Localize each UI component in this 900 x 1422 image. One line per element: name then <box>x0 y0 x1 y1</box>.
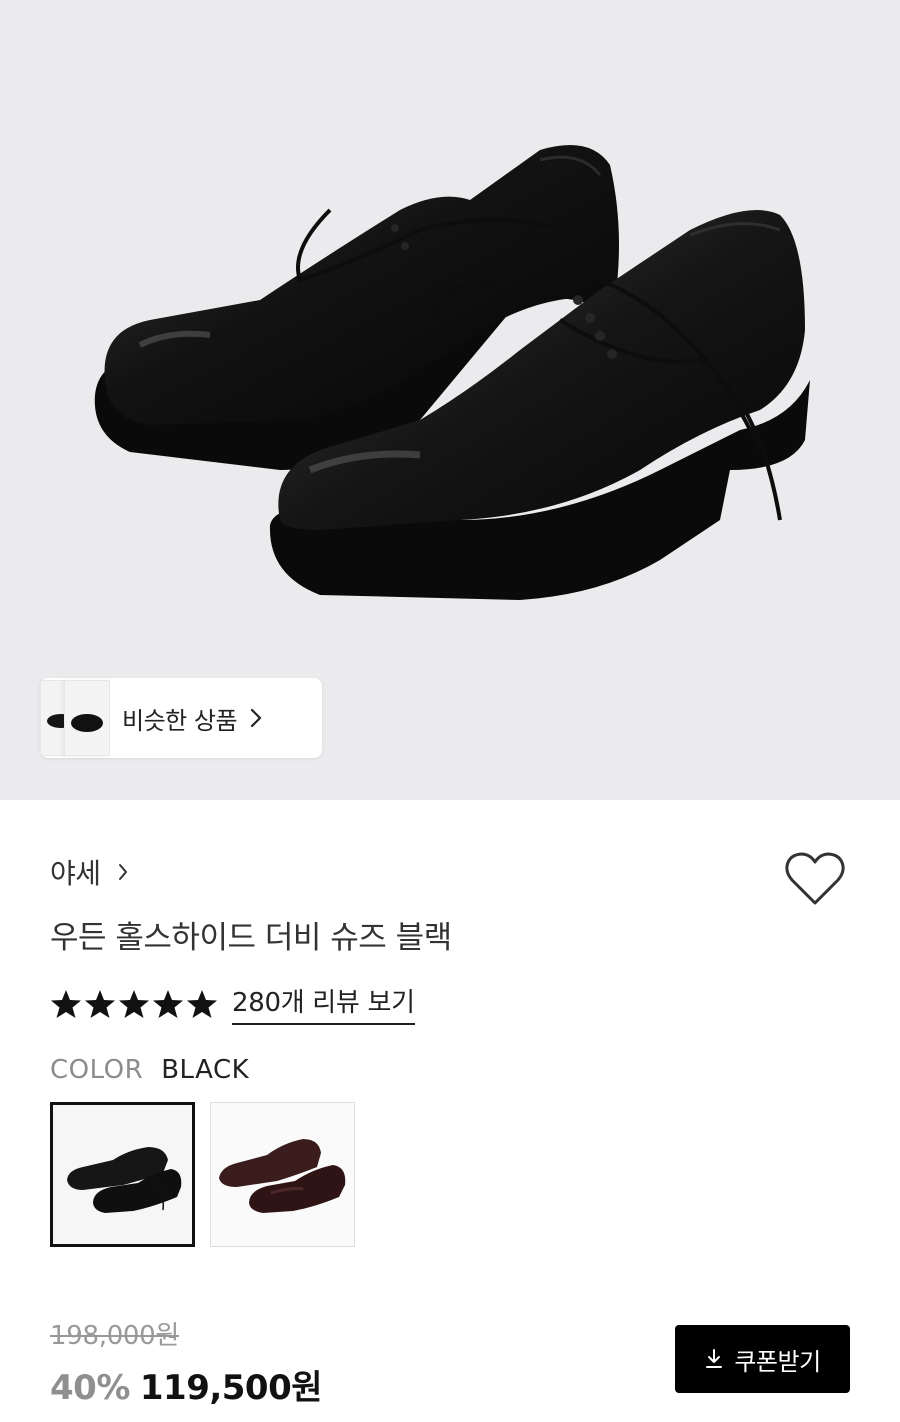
similar-products-label: 비슷한 상품 <box>122 706 238 735</box>
star-icon <box>85 989 115 1018</box>
star-icon <box>153 989 183 1018</box>
brand-name: 야세 <box>50 857 101 890</box>
coupon-download-button[interactable]: 쿠폰받기 <box>675 1325 850 1393</box>
product-hero-image[interactable]: 비슷한 상품 <box>0 0 900 800</box>
product-title: 우든 홀스하이드 더비 슈즈 블랙 <box>50 920 452 956</box>
chevron-right-icon <box>118 864 127 880</box>
similar-thumbnail <box>64 680 110 756</box>
price-row: 40% 119,500원 <box>50 1360 323 1409</box>
similar-products-button[interactable]: 비슷한 상품 <box>40 678 322 758</box>
star-icon <box>51 989 81 1018</box>
discount-rate: 40% <box>50 1368 130 1408</box>
star-icon <box>119 989 149 1018</box>
color-swatch-brown[interactable] <box>210 1102 355 1247</box>
color-value: BLACK <box>161 1055 250 1085</box>
rating-stars <box>50 988 218 1020</box>
color-key: COLOR <box>50 1055 144 1085</box>
sale-price: 119,500원 <box>139 1368 323 1408</box>
star-icon <box>187 989 217 1018</box>
original-price: 198,000원 <box>50 1321 180 1351</box>
similar-products-thumbnails <box>40 678 110 758</box>
brand-link[interactable]: 야세 <box>50 852 129 892</box>
heart-outline-icon[interactable] <box>784 850 846 908</box>
rating-row: 280개 리뷰 보기 <box>50 982 415 1025</box>
coupon-label: 쿠폰받기 <box>734 1347 821 1376</box>
download-icon <box>706 1349 723 1368</box>
brown-shoes-thumbnail <box>211 1103 354 1246</box>
color-swatch-black[interactable] <box>50 1102 195 1247</box>
black-shoes-thumbnail <box>67 1147 182 1213</box>
chevron-right-icon <box>250 708 262 728</box>
reviews-link[interactable]: 280개 리뷰 보기 <box>232 982 415 1025</box>
color-selection-label: COLOR BLACK <box>50 1055 249 1085</box>
